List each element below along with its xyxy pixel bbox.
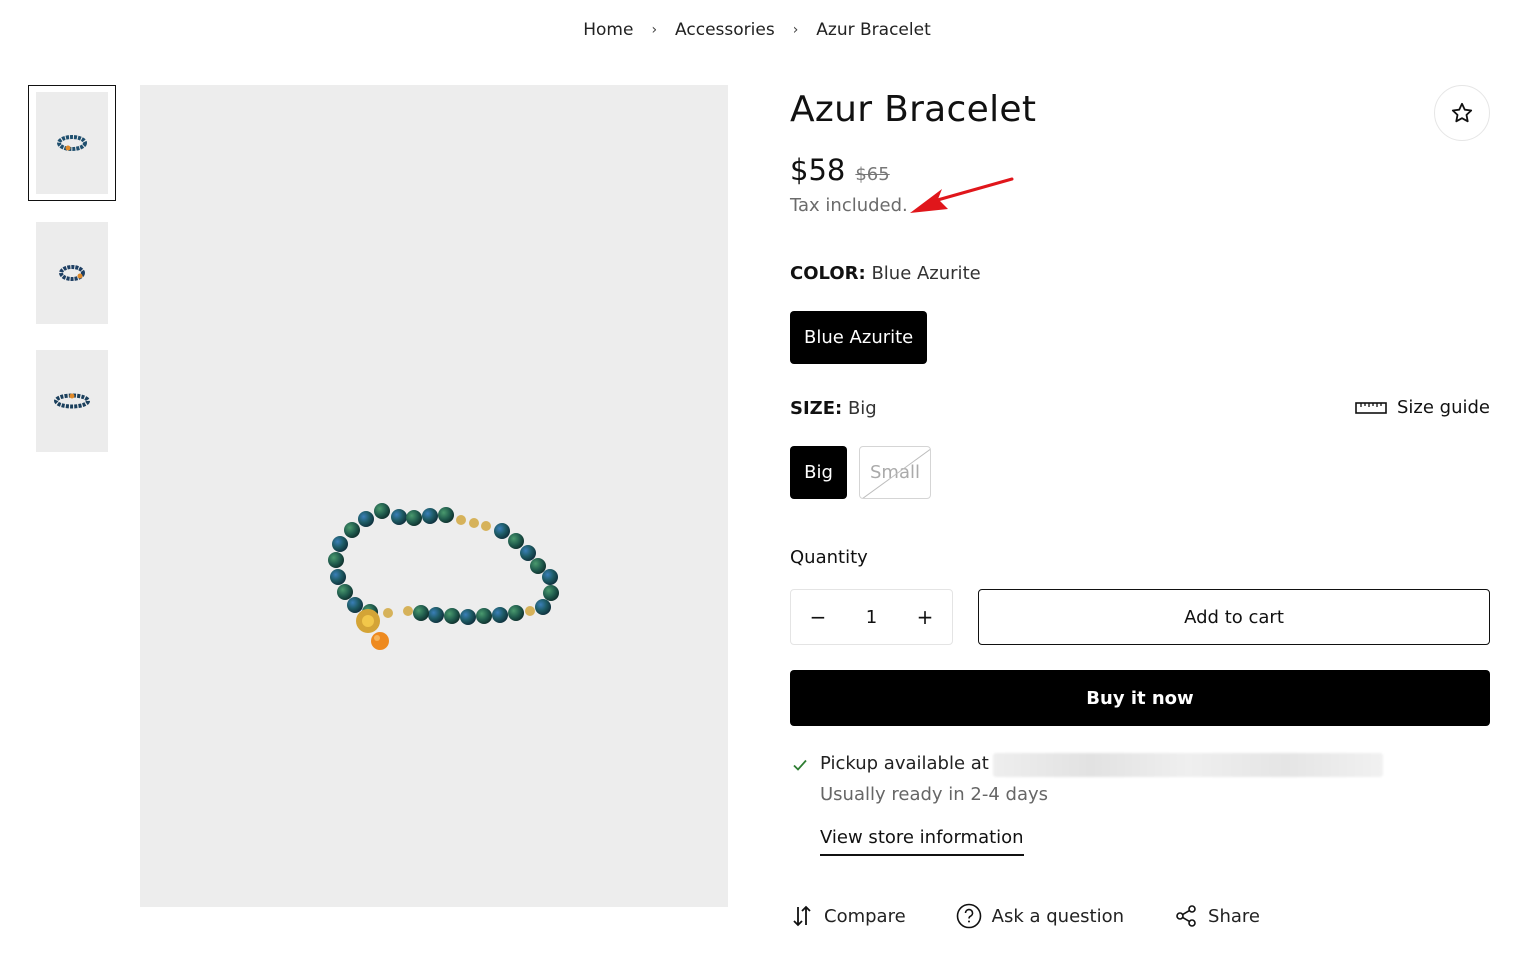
product-page: Home › Accessories › Azur Bracelet Azur … [0, 0, 1514, 954]
check-icon [793, 759, 807, 771]
chevron-right-icon: › [792, 22, 799, 38]
quantity-decrease-button[interactable]: − [791, 590, 845, 644]
size-guide-label: Size guide [1396, 397, 1490, 418]
pickup-line: Pickup available at [820, 753, 1383, 777]
wishlist-button[interactable] [1434, 85, 1490, 141]
bracelet-beads [328, 503, 559, 625]
buy-it-now-button[interactable]: Buy it now [790, 670, 1490, 726]
quantity-increase-button[interactable]: + [898, 590, 952, 644]
pickup-ready-time: Usually ready in 2-4 days [820, 784, 1049, 805]
size-label: SIZE: [790, 398, 843, 419]
quantity-input[interactable]: 1 [845, 590, 898, 644]
breadcrumb-home[interactable]: Home [583, 20, 633, 40]
share-button[interactable]: Share [1174, 904, 1260, 928]
thumbnail-3[interactable] [28, 343, 116, 459]
question-circle-icon [956, 903, 981, 929]
size-guide-link[interactable]: Size guide [1355, 397, 1490, 418]
redacted-store-address [992, 753, 1383, 777]
annotation-arrow-icon [910, 177, 1014, 213]
breadcrumb: Home › Accessories › Azur Bracelet [0, 20, 1514, 40]
compare-label: Compare [824, 905, 906, 927]
color-option-label: COLOR: Blue Azurite [790, 263, 981, 284]
compare-button[interactable]: Compare [790, 904, 906, 928]
size-small-label: Small [870, 462, 920, 483]
thumbnail-2[interactable] [28, 215, 116, 331]
ask-question-label: Ask a question [991, 905, 1125, 927]
bracelet-thumbnail-image [36, 350, 108, 452]
color-swatch-blue-azurite[interactable]: Blue Azurite [790, 311, 928, 364]
bracelet-photo [328, 503, 559, 650]
breadcrumb-accessories[interactable]: Accessories [675, 20, 775, 40]
size-option-label: SIZE: Big [790, 398, 877, 419]
thumbnail-1[interactable] [28, 85, 116, 201]
product-actions: Compare Ask a question Share [790, 903, 1310, 929]
breadcrumb-current: Azur Bracelet [816, 20, 931, 40]
current-price: $58 [790, 153, 846, 187]
quantity-stepper: − 1 + [790, 589, 953, 645]
size-option-small[interactable]: Small [859, 446, 931, 499]
price-row: $58 $65 [790, 153, 890, 187]
compare-price: $65 [855, 164, 890, 185]
tax-note: Tax included. [790, 195, 908, 216]
compare-arrows-icon [793, 905, 811, 927]
bracelet-thumbnail-image [36, 222, 108, 324]
ask-question-button[interactable]: Ask a question [956, 903, 1124, 929]
pickup-available-text: Pickup available at [820, 753, 989, 774]
add-to-cart-button[interactable]: Add to cart [978, 589, 1490, 645]
bracelet-thumbnail-image [36, 92, 108, 194]
chevron-right-icon: › [651, 22, 658, 38]
color-selected-value: Blue Azurite [871, 263, 981, 284]
ruler-icon [1355, 401, 1387, 414]
size-option-big[interactable]: Big [790, 446, 847, 499]
product-title: Azur Bracelet [790, 89, 1037, 130]
share-label: Share [1208, 905, 1260, 927]
product-main-image[interactable] [140, 85, 728, 907]
quantity-label: Quantity [790, 547, 868, 568]
view-store-information-link[interactable]: View store information [820, 827, 1024, 856]
size-selected-value: Big [847, 398, 877, 419]
share-icon [1176, 905, 1196, 927]
color-label: COLOR: [790, 263, 866, 284]
star-icon [1451, 102, 1473, 123]
